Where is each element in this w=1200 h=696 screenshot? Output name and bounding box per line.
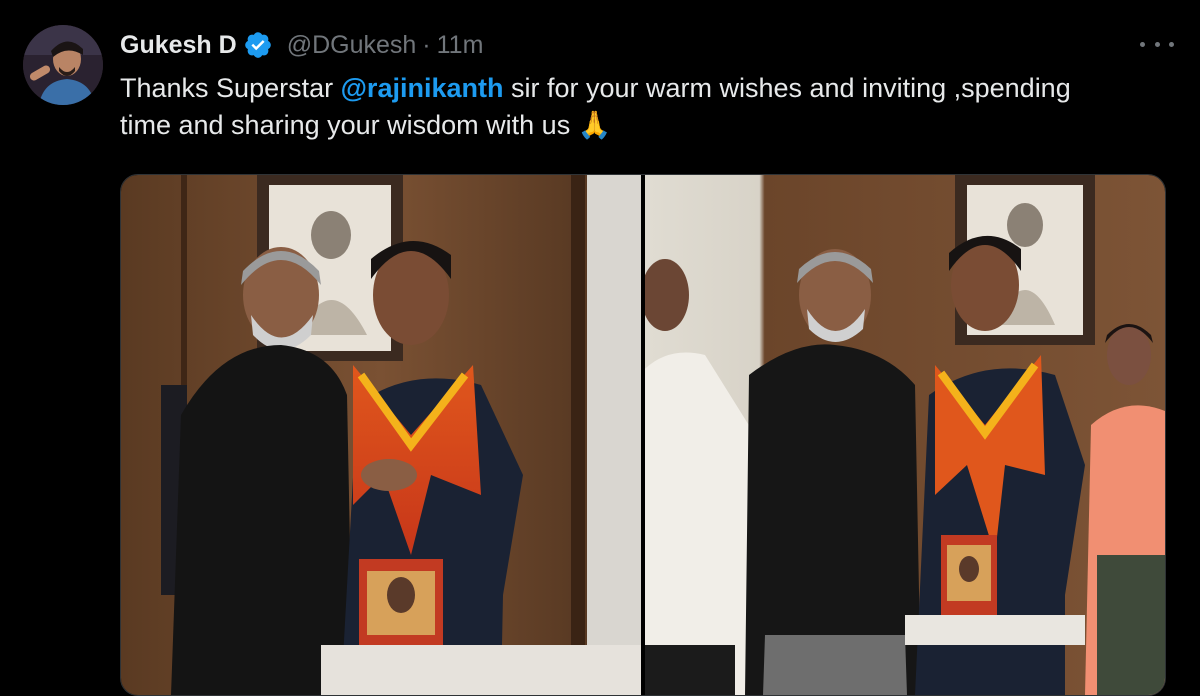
photo-left[interactable]	[121, 175, 641, 695]
author-handle[interactable]: @DGukesh	[287, 31, 417, 60]
tweet-timestamp[interactable]: 11m	[437, 31, 484, 60]
folded-hands-icon: 🙏	[577, 110, 612, 140]
separator-dot: ·	[422, 30, 431, 59]
tweet-text: Thanks Superstar @rajinikanth sir for yo…	[120, 70, 1120, 144]
photo-right-image	[645, 175, 1165, 695]
photo-right[interactable]	[645, 175, 1165, 695]
verified-badge-icon	[243, 30, 273, 60]
more-dot	[1154, 41, 1160, 47]
tweet-text-before: Thanks Superstar	[120, 73, 341, 103]
more-dot	[1140, 41, 1145, 47]
author-avatar[interactable]	[23, 25, 103, 105]
more-dot	[1169, 41, 1174, 47]
author-display-name[interactable]: Gukesh D	[120, 31, 237, 60]
avatar-image	[23, 25, 103, 105]
photo-left-image	[121, 175, 641, 695]
tweet-media	[120, 174, 1166, 696]
tweet-header: Gukesh D @DGukesh · 11m	[120, 28, 483, 62]
mention-link[interactable]: @rajinikanth	[341, 73, 504, 103]
more-options-icon[interactable]	[1140, 30, 1174, 58]
